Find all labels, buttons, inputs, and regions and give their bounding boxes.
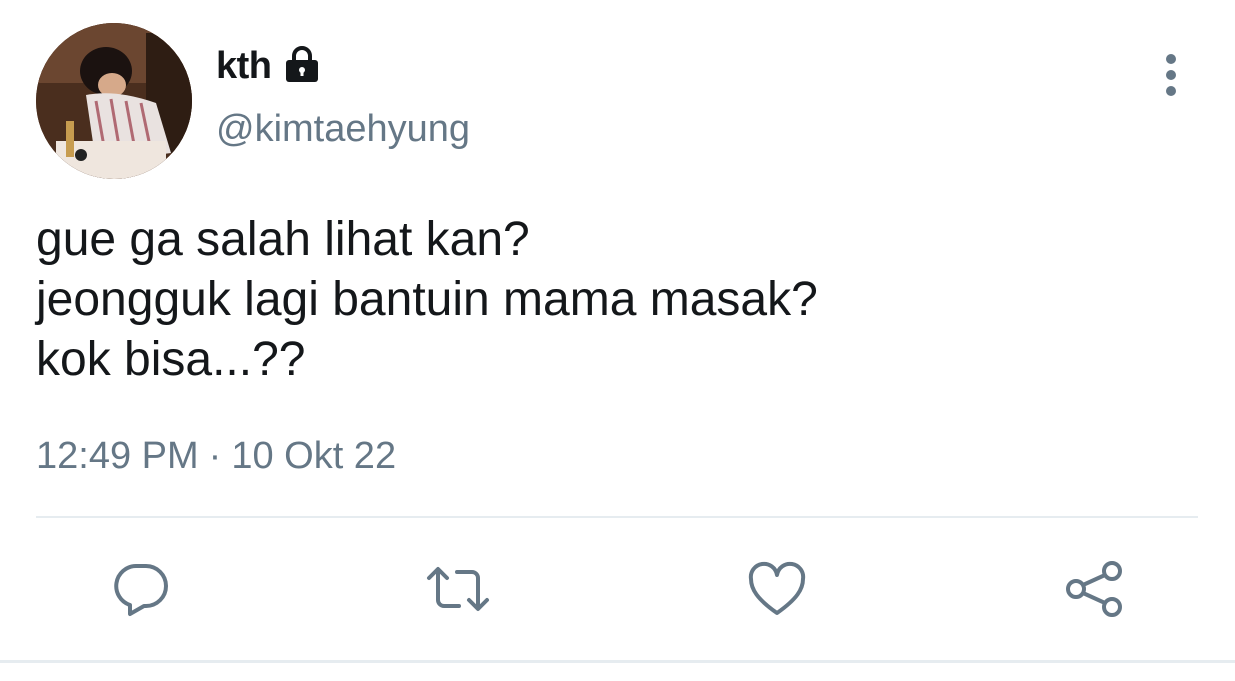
share-icon bbox=[1066, 561, 1122, 617]
tweet-time: 12:49 PM bbox=[36, 435, 199, 477]
profile-photo bbox=[36, 23, 192, 179]
action-bar bbox=[0, 556, 1235, 626]
share-button[interactable] bbox=[1062, 556, 1128, 622]
bottom-border bbox=[0, 660, 1235, 663]
timestamp-separator: · bbox=[208, 435, 222, 477]
tweet-text: gue ga salah lihat kan? jeongguk lagi ba… bbox=[36, 213, 818, 386]
avatar[interactable] bbox=[36, 23, 192, 179]
tweet-date: 10 Okt 22 bbox=[231, 435, 397, 477]
like-button[interactable] bbox=[744, 556, 810, 622]
tweet-timestamp[interactable]: 12:49 PM · 10 Okt 22 bbox=[36, 435, 396, 478]
retweet-icon bbox=[427, 567, 489, 611]
divider bbox=[36, 516, 1198, 518]
display-name-row: kth bbox=[216, 40, 322, 92]
lock-icon bbox=[282, 46, 322, 86]
user-handle[interactable]: @kimtaehyung bbox=[216, 108, 470, 151]
tweet-card: kth @kimtaehyung gue ga salah lihat kan?… bbox=[0, 0, 1235, 681]
more-vertical-icon[interactable] bbox=[1152, 52, 1190, 98]
retweet-button[interactable] bbox=[425, 556, 491, 622]
reply-icon bbox=[114, 564, 168, 616]
heart-icon bbox=[748, 561, 806, 615]
reply-button[interactable] bbox=[108, 556, 174, 622]
display-name[interactable]: kth bbox=[216, 45, 272, 88]
